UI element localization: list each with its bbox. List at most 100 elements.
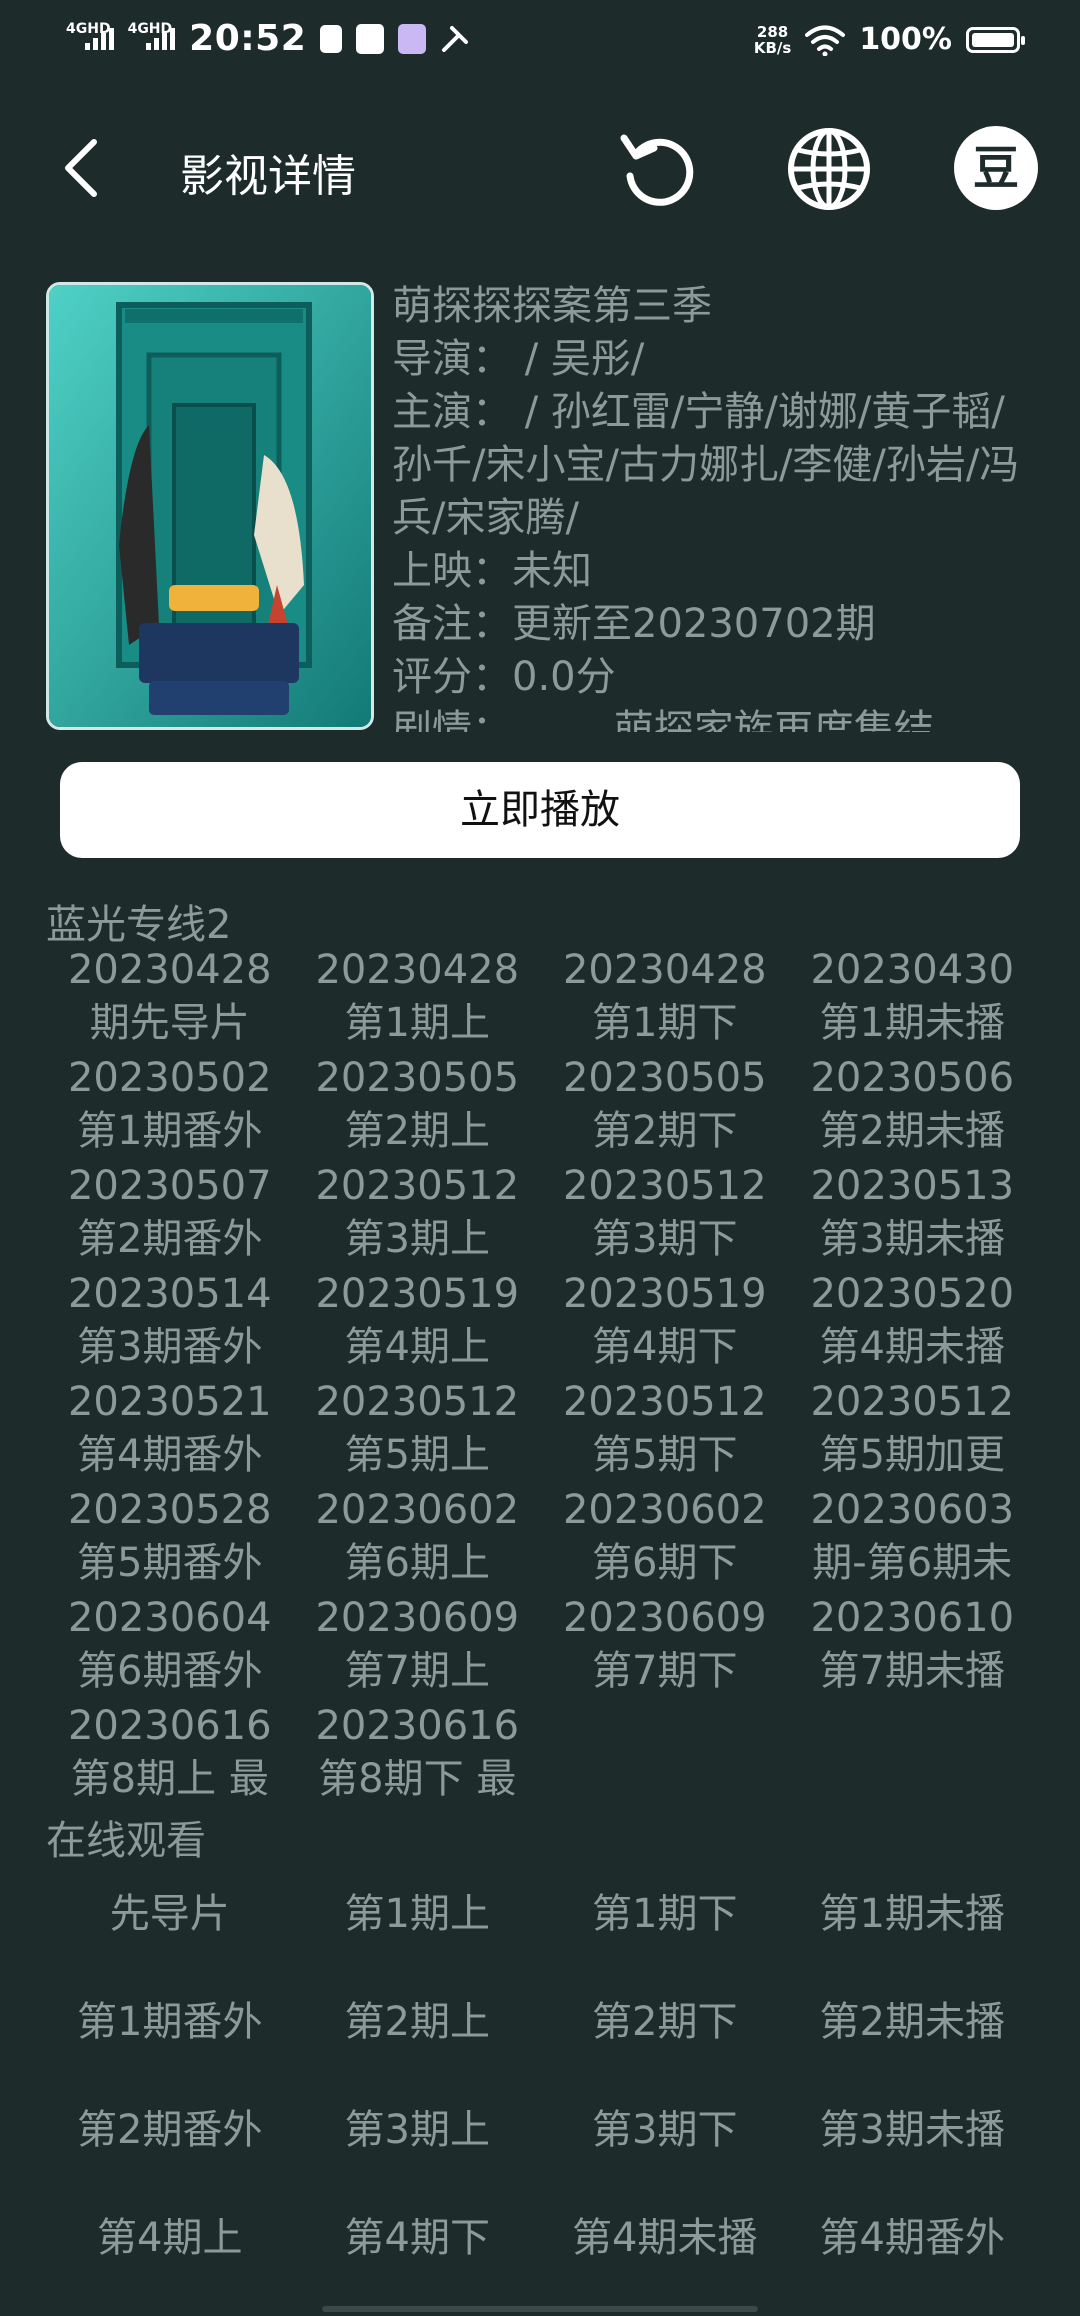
episode-name: 第7期下 [592,1648,738,1694]
globe-icon[interactable] [784,124,874,214]
director-row: 导演： / 吴彤/ [392,333,1042,386]
play-now-button[interactable]: 立即播放 [60,762,1020,858]
episode-date: 20230512 [562,1379,767,1425]
episode-name: 第8期上 最 [70,1756,269,1802]
episode-item[interactable]: 20230428 第1期上 [294,944,542,1052]
episode-item[interactable]: 第4期下 [294,2184,542,2292]
episode-item[interactable]: 20230505 第2期上 [294,1052,542,1160]
cast-row: 主演： / 孙红雷/宁静/谢娜/黄子韬/孙千/宋小宝/古力娜扎/李健/孙岩/冯兵… [392,386,1042,545]
episode-item[interactable]: 第3期未播 [789,2076,1037,2184]
episode-item[interactable]: 20230609 第7期上 [294,1592,542,1700]
episode-item[interactable]: 20230603 期-第6期未 [789,1484,1037,1592]
episode-item[interactable]: 20230616 第8期下 最 [294,1700,542,1808]
clock: 20:52 [189,18,307,59]
signal-2-label: 4GHD [127,20,173,37]
battery-percent: 100% [859,22,952,57]
episode-item[interactable]: 20230428 第1期下 [541,944,789,1052]
episode-item[interactable]: 第4期番外 [789,2184,1037,2292]
episode-name: 第4期未播 [819,1324,1005,1370]
episode-item[interactable]: 第2期未播 [789,1968,1037,2076]
episode-item[interactable]: 第2期上 [294,1968,542,2076]
episode-item[interactable]: 20230610 第7期未播 [789,1592,1037,1700]
episode-date: 20230602 [562,1487,767,1533]
episode-date: 20230505 [562,1055,767,1101]
episode-item[interactable]: 20230514 第3期番外 [46,1268,294,1376]
episode-date: 20230430 [810,947,1015,993]
refresh-icon[interactable] [614,124,704,214]
release-row: 上映：未知 [392,545,1042,598]
plot-row: 剧情： 萌探家族再度集结 [392,704,1042,732]
episode-name: 第3期未播 [819,1216,1005,1262]
episode-date: 20230603 [810,1487,1015,1533]
movie-info: 萌探探探案第三季 导演： / 吴彤/ 主演： / 孙红雷/宁静/谢娜/黄子韬/孙… [392,280,1042,732]
episode-item[interactable]: 第2期下 [541,1968,789,2076]
episode-item[interactable]: 第4期上 [46,2184,294,2292]
poster-image [49,285,371,727]
back-arrow-icon[interactable] [58,136,108,200]
wifi-icon [805,25,846,56]
episode-item[interactable]: 20230519 第4期下 [541,1268,789,1376]
episode-item[interactable]: 第1期番外 [46,1968,294,2076]
note-row: 备注：更新至20230702期 [392,598,1042,651]
episode-item[interactable]: 20230506 第2期未播 [789,1052,1037,1160]
note-label: 备注： [392,601,512,647]
episode-name: 第6期下 [592,1540,738,1586]
signal-1-label: 4GHD [66,20,111,37]
episode-item[interactable]: 第1期下 [541,1860,789,1968]
episode-item[interactable]: 先导片 [46,1860,294,1968]
episode-item[interactable]: 第1期上 [294,1860,542,1968]
episode-date: 20230502 [67,1055,272,1101]
episode-item[interactable]: 第2期番外 [46,2076,294,2184]
episode-name: 第1期上 [344,1000,490,1046]
episode-name: 第1期未播 [819,1000,1005,1046]
episode-item[interactable]: 20230528 第5期番外 [46,1484,294,1592]
episode-name: 第4期上 [344,1324,490,1370]
signal-1: 4GHD [66,22,114,50]
app-notification-icon [398,23,427,54]
episode-item[interactable]: 20230521 第4期番外 [46,1376,294,1484]
episode-item[interactable]: 20230430 第1期未播 [789,944,1037,1052]
episode-item[interactable]: 第3期下 [541,2076,789,2184]
home-indicator [322,2306,758,2312]
episode-item[interactable]: 20230512 第5期加更 [789,1376,1037,1484]
episode-item[interactable]: 20230512 第3期上 [294,1160,542,1268]
episode-item[interactable]: 20230502 第1期番外 [46,1052,294,1160]
episode-item[interactable]: 20230512 第3期下 [541,1160,789,1268]
episode-date: 20230512 [562,1163,767,1209]
episode-item[interactable]: 20230520 第4期未播 [789,1268,1037,1376]
episode-date: 20230506 [810,1055,1015,1101]
rating-label: 评分： [392,654,512,700]
episode-item[interactable]: 20230602 第6期下 [541,1484,789,1592]
episode-item[interactable]: 20230609 第7期下 [541,1592,789,1700]
episode-item[interactable]: 第1期未播 [789,1860,1037,1968]
note-value: 更新至20230702期 [512,601,876,647]
episode-item[interactable]: 20230519 第4期上 [294,1268,542,1376]
source-title-bluray: 蓝光专线2 [46,902,232,948]
douban-button[interactable]: 豆 [954,126,1038,210]
episode-name: 第5期下 [592,1432,738,1478]
episode-item[interactable]: 第3期上 [294,2076,542,2184]
episode-item[interactable]: 20230505 第2期下 [541,1052,789,1160]
episode-grid-online: 先导片 第1期上 第1期下 第1期未播 第1期番外 第2期上 第2期下 第2期未播 第2期番外第… [46,1860,1036,2292]
episode-item[interactable]: 第4期未播 [541,2184,789,2292]
episode-name: 第7期未播 [819,1648,1005,1694]
episode-item[interactable]: 20230428 期先导片 [46,944,294,1052]
episode-date: 20230512 [315,1163,520,1209]
episode-item[interactable]: 20230507 第2期番外 [46,1160,294,1268]
episode-item[interactable]: 20230513 第3期未播 [789,1160,1037,1268]
plot-label: 剧情： [392,707,512,732]
episode-name: 第2期上 [344,1108,490,1154]
episode-grid-bluray: 20230428 期先导片 20230428 第1期上 20230428 第1期下 2023… [46,944,1036,1808]
episode-item[interactable]: 20230512 第5期上 [294,1376,542,1484]
episode-date: 20230610 [810,1595,1015,1641]
episode-date: 20230528 [67,1487,272,1533]
episode-name: 第6期上 [344,1540,490,1586]
episode-item[interactable]: 20230604 第6期番外 [46,1592,294,1700]
episode-item[interactable]: 20230512 第5期下 [541,1376,789,1484]
episode-name: 第4期番外 [77,1432,263,1478]
episode-name: 第4期下 [592,1324,738,1370]
signal-2: 4GHD [128,22,176,50]
movie-title: 萌探探探案第三季 [392,283,712,329]
episode-item[interactable]: 20230616 第8期上 最 [46,1700,294,1808]
episode-item[interactable]: 20230602 第6期上 [294,1484,542,1592]
